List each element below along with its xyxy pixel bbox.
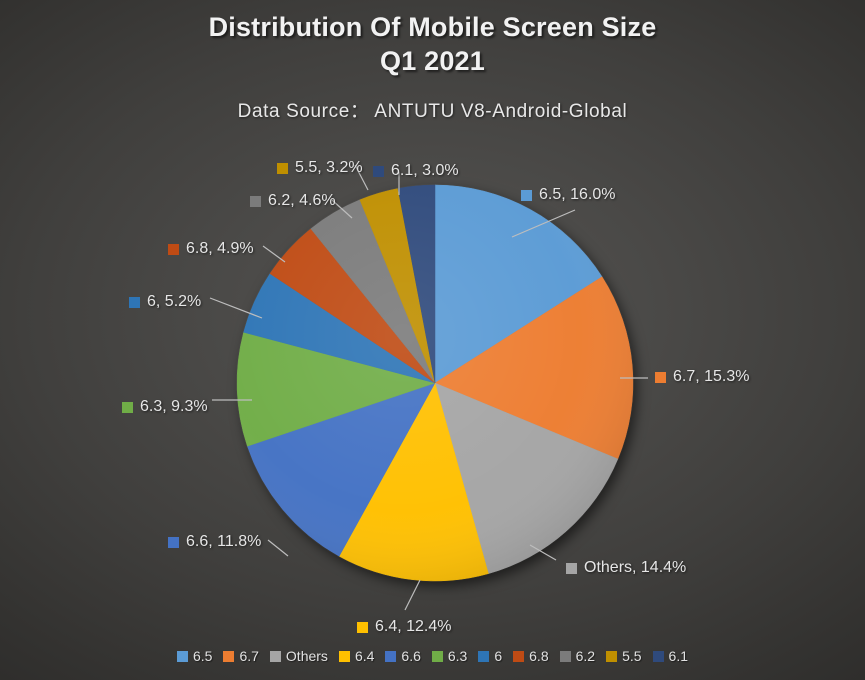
legend-item-6-1[interactable]: 6.1: [652, 648, 689, 664]
chart-slide: Distribution Of Mobile Screen Size Q1 20…: [0, 0, 865, 680]
legend-swatch-icon: [176, 650, 188, 662]
legend-swatch-icon: [223, 650, 235, 662]
data-label-text: 5.5, 3.2%: [295, 159, 363, 176]
data-label-swatch-icon: [129, 296, 140, 308]
legend-item-others[interactable]: Others: [269, 648, 328, 664]
data-label-swatch-icon: [521, 189, 532, 201]
legend-item-label: 5.5: [622, 648, 642, 664]
data-label: 6.4, 12.4%: [357, 618, 452, 636]
chart-subtitle: Data Source： ANTUTU V8-Android-Global: [237, 101, 628, 122]
legend-swatch-icon: [269, 650, 281, 662]
data-label: 6.5, 16.0%: [521, 186, 616, 204]
data-label-swatch-icon: [566, 562, 577, 574]
leader-line: [404, 579, 421, 611]
data-label-swatch-icon: [655, 371, 666, 383]
pie-chart: [235, 183, 635, 583]
legend-item-6-4[interactable]: 6.4: [338, 648, 375, 664]
data-label-text: 6.8, 4.9%: [186, 240, 254, 257]
legend-item-label: 6.1: [668, 648, 689, 664]
legend-swatch-icon: [478, 650, 490, 662]
data-label: 6.1, 3.0%: [373, 162, 459, 180]
data-label: 6.2, 4.6%: [250, 192, 336, 210]
legend-swatch-icon: [513, 650, 525, 662]
data-label-text: 6.2, 4.6%: [268, 192, 336, 209]
legend-item-label: 6: [494, 648, 503, 664]
legend-item-5-5[interactable]: 5.5: [606, 648, 642, 664]
data-label: 6.8, 4.9%: [168, 240, 254, 258]
legend-swatch-icon: [652, 650, 664, 662]
legend-swatch-icon: [606, 650, 618, 662]
data-label: 5.5, 3.2%: [277, 159, 363, 177]
legend-item-label: 6.3: [447, 648, 468, 664]
data-label-swatch-icon: [357, 621, 368, 633]
title-line-1: Distribution Of Mobile Screen Size: [208, 12, 657, 42]
data-label-text: 6.5, 16.0%: [539, 186, 616, 203]
pie-sheen-overlay: [236, 184, 634, 582]
data-label-text: 6, 5.2%: [147, 293, 202, 310]
legend-item-6-7[interactable]: 6.7: [223, 648, 259, 664]
data-label-text: 6.6, 11.8%: [186, 533, 262, 550]
data-label: Others, 14.4%: [566, 559, 686, 577]
legend-item-6-5[interactable]: 6.5: [176, 648, 213, 664]
data-label-text: Others, 14.4%: [584, 559, 687, 576]
legend-item-6[interactable]: 6: [478, 648, 502, 664]
legend-item-label: 6.8: [529, 648, 549, 664]
data-label-swatch-icon: [277, 162, 288, 174]
legend-item-6-8[interactable]: 6.8: [513, 648, 549, 664]
legend-item-label: 6.4: [354, 648, 375, 664]
data-label: 6, 5.2%: [129, 293, 201, 311]
legend-swatch-icon: [338, 650, 350, 662]
data-label-swatch-icon: [168, 536, 179, 548]
legend-item-label: Others: [285, 648, 328, 664]
legend-swatch-icon: [559, 650, 571, 662]
data-label-text: 6.3, 9.3%: [140, 398, 208, 415]
data-label-text: 6.1, 3.0%: [391, 162, 459, 179]
page-title: Distribution Of Mobile Screen Size Q1 20…: [0, 10, 865, 78]
legend-item-label: 6.7: [239, 648, 259, 664]
legend-item-6-2[interactable]: 6.2: [559, 648, 596, 664]
data-label-swatch-icon: [373, 165, 384, 177]
legend-item-label: 6.6: [401, 648, 421, 664]
data-label-text: 6.4, 12.4%: [375, 618, 452, 635]
title-line-2: Q1 2021: [380, 46, 485, 76]
data-label: 6.6, 11.8%: [168, 533, 261, 551]
legend-item-6-6[interactable]: 6.6: [385, 648, 421, 664]
legend-swatch-icon: [385, 650, 397, 662]
data-label: 6.7, 15.3%: [655, 368, 750, 386]
chart-legend: 6.5 6.7 Others 6.4 6.6 6.3 6 6.8 6.2 5.5 6.1: [0, 648, 865, 664]
legend-item-6-3[interactable]: 6.3: [431, 648, 468, 664]
data-label-swatch-icon: [122, 401, 133, 413]
pie-chart-svg: [236, 184, 634, 582]
legend-swatch-icon: [431, 650, 443, 662]
data-label: 6.3, 9.3%: [122, 398, 208, 416]
data-label-swatch-icon: [168, 243, 179, 255]
data-label-text: 6.7, 15.3%: [673, 368, 750, 385]
legend-item-label: 6.5: [192, 648, 213, 664]
data-label-swatch-icon: [250, 195, 261, 207]
legend-item-label: 6.2: [575, 648, 596, 664]
